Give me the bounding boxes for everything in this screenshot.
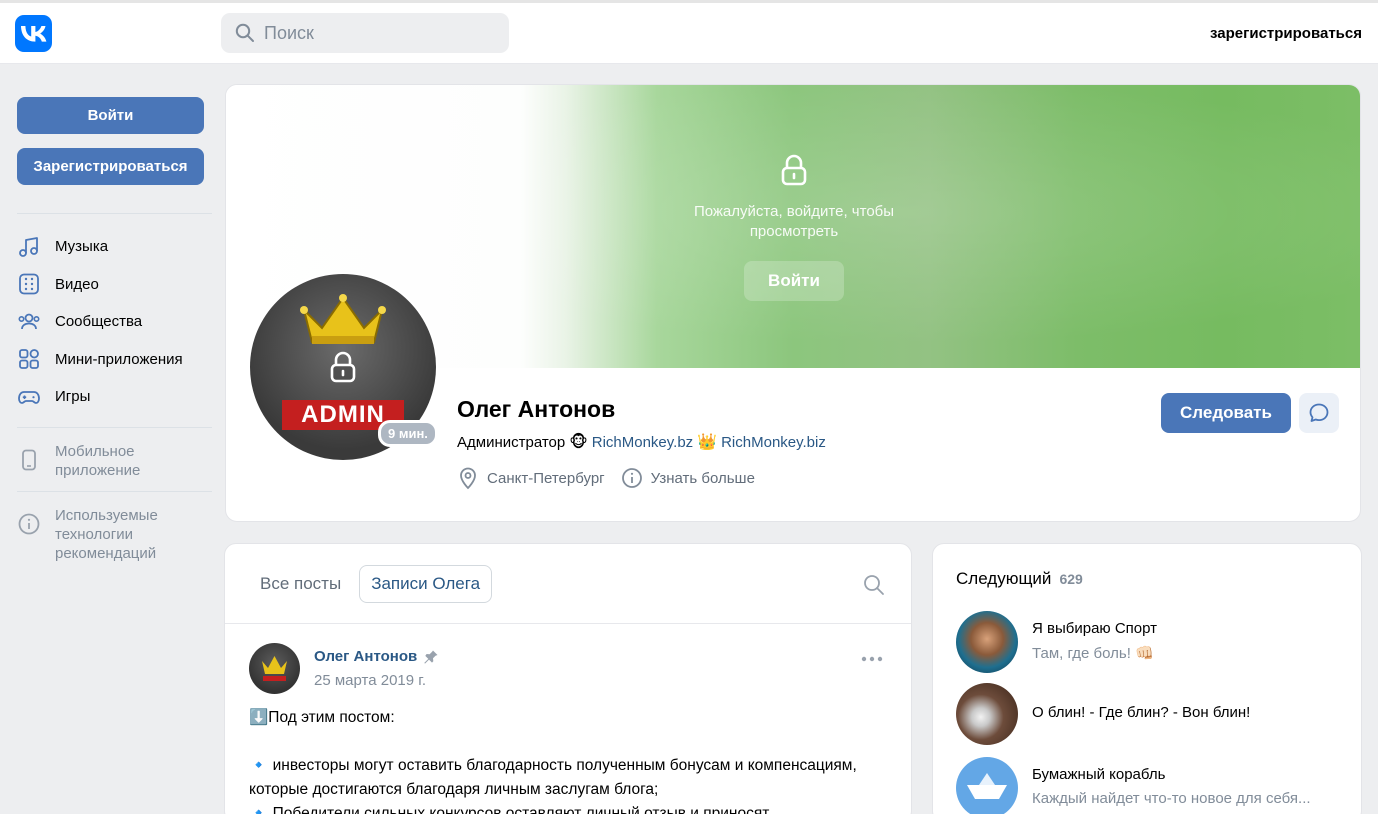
community-description: Там, где боль! 👊🏻 <box>1032 645 1154 662</box>
community-name: Я выбираю Спорт <box>1032 620 1158 637</box>
crown-icon <box>300 294 386 344</box>
sidebar-item-label: Сообщества <box>55 313 143 331</box>
more-info-link[interactable]: Узнать больше <box>621 467 755 489</box>
divider <box>17 490 212 492</box>
following-count: 629 <box>1059 571 1083 587</box>
crown-emoji: 👑 <box>697 434 718 451</box>
search-input[interactable]: Поиск <box>221 13 509 53</box>
lock-icon <box>781 154 807 186</box>
profile-name: Олег Антонов <box>457 396 616 422</box>
sidebar-item-label: Музыка <box>55 238 109 256</box>
community-avatar <box>956 683 1018 745</box>
community-name: Бумажный корабль <box>1032 766 1166 783</box>
profile-status: Администратор 🐵 RichMonkey.bz 👑 RichMonk… <box>457 432 826 452</box>
location-icon <box>460 467 476 490</box>
sidebar-item-label: Игры <box>55 388 91 406</box>
post-line: 🔹 инвесторы могут оставить благодарность… <box>249 757 862 798</box>
info-icon <box>621 468 642 488</box>
music-icon <box>19 236 38 257</box>
search-icon[interactable] <box>863 574 885 596</box>
sidebar-item-music[interactable]: Музыка <box>17 228 212 266</box>
post-author-avatar[interactable] <box>249 643 300 694</box>
status-link[interactable]: RichMonkey.bz <box>592 434 693 451</box>
top-header: Поиск зарегистрироваться <box>0 0 1378 64</box>
profile-city: Санкт-Петербург <box>487 469 605 487</box>
paper-boat-icon <box>967 773 1007 799</box>
profile-meta: Санкт-Петербург Узнать больше <box>457 466 755 490</box>
sidebar-item-video[interactable]: Видео <box>17 266 212 304</box>
monkey-emoji: 🐵 <box>569 434 588 451</box>
post-author-name: Олег Антонов <box>314 648 418 665</box>
message-icon <box>1309 403 1329 422</box>
login-button[interactable]: Войти <box>17 97 204 134</box>
sidebar-item-games[interactable]: Игры <box>17 378 212 416</box>
sidebar-item-label: Видео <box>55 275 99 293</box>
divider <box>17 426 212 428</box>
following-item[interactable]: О блин! - Где блин? - Вон блин! <box>956 683 1346 745</box>
posts-card: Все посты Записи Олега Олег Антонов 25 м… <box>224 543 912 814</box>
register-button[interactable]: Зарегистрироваться <box>17 148 204 185</box>
sidebar-item-label: Мобильное приложение <box>55 442 141 479</box>
community-avatar <box>956 757 1018 814</box>
phone-icon <box>22 449 36 470</box>
cover-login-message: Пожалуйста, войдите, чтобы просмотреть <box>693 203 895 240</box>
pin-icon <box>424 650 438 664</box>
follow-button[interactable]: Следовать <box>1161 393 1291 433</box>
vk-logo-icon[interactable] <box>15 15 52 52</box>
following-header[interactable]: Следующий 629 <box>956 569 1083 589</box>
following-item[interactable]: Я выбираю Спорт Там, где боль! 👊🏻 <box>956 611 1346 673</box>
more-info-label: Узнать больше <box>650 469 755 487</box>
message-button[interactable] <box>1299 393 1339 433</box>
post-date[interactable]: 25 марта 2019 г. <box>314 672 426 689</box>
crown-icon <box>262 656 287 681</box>
following-title: Следующий <box>956 569 1052 588</box>
status-text: Администратор <box>457 433 566 451</box>
register-link[interactable]: зарегистрироваться <box>1210 25 1362 42</box>
posts-tabs: Все посты Записи Олега <box>225 544 911 624</box>
status-link[interactable]: RichMonkey.biz <box>721 434 826 451</box>
communities-icon <box>18 313 40 329</box>
divider <box>17 213 212 214</box>
sidebar-item-recommendations[interactable]: Используемые технологии рекомендаций <box>17 506 212 563</box>
mini-apps-icon <box>19 349 39 370</box>
games-icon <box>18 390 40 404</box>
sidebar-item-label: Используемые технологии рекомендаций <box>55 506 158 562</box>
profile-card: Пожалуйста, войдите, чтобы просмотреть В… <box>225 84 1361 522</box>
left-sidebar: Войти Зарегистрироваться Музыка Видео Со… <box>17 97 212 563</box>
post-line: 🔹 Победители сильных конкурсов оставляют… <box>249 805 770 814</box>
post-line: ⬇️Под этим постом: <box>249 709 395 726</box>
sidebar-item-label: Мини-приложения <box>55 350 183 368</box>
community-avatar <box>956 611 1018 673</box>
sidebar-item-mobile-app[interactable]: Мобильное приложение <box>17 442 212 480</box>
community-name: О блин! - Где блин? - Вон блин! <box>1032 704 1251 721</box>
info-icon <box>18 513 40 534</box>
search-icon <box>235 23 254 42</box>
tab-oleg-posts[interactable]: Записи Олега <box>359 564 493 603</box>
online-status-badge: 9 мин. <box>378 420 438 447</box>
search-placeholder: Поиск <box>264 22 314 43</box>
post-text: ⬇️Под этим постом: 🔹 инвесторы могут ост… <box>249 706 889 814</box>
following-card: Следующий 629 Я выбираю Спорт Там, где б… <box>932 543 1362 814</box>
community-description: Каждый найдет что-то новое для себя... <box>1032 790 1311 807</box>
more-options-icon[interactable] <box>861 656 883 662</box>
cover-login-button[interactable]: Войти <box>744 261 844 301</box>
video-icon <box>19 273 39 295</box>
tab-all-posts[interactable]: Все посты <box>249 566 352 602</box>
sidebar-item-communities[interactable]: Сообщества <box>17 303 212 341</box>
following-item[interactable]: Бумажный корабль Каждый найдет что-то но… <box>956 757 1346 814</box>
lock-icon <box>330 351 356 383</box>
post-author[interactable]: Олег Антонов <box>314 648 439 665</box>
sidebar-item-mini-apps[interactable]: Мини-приложения <box>17 341 212 379</box>
